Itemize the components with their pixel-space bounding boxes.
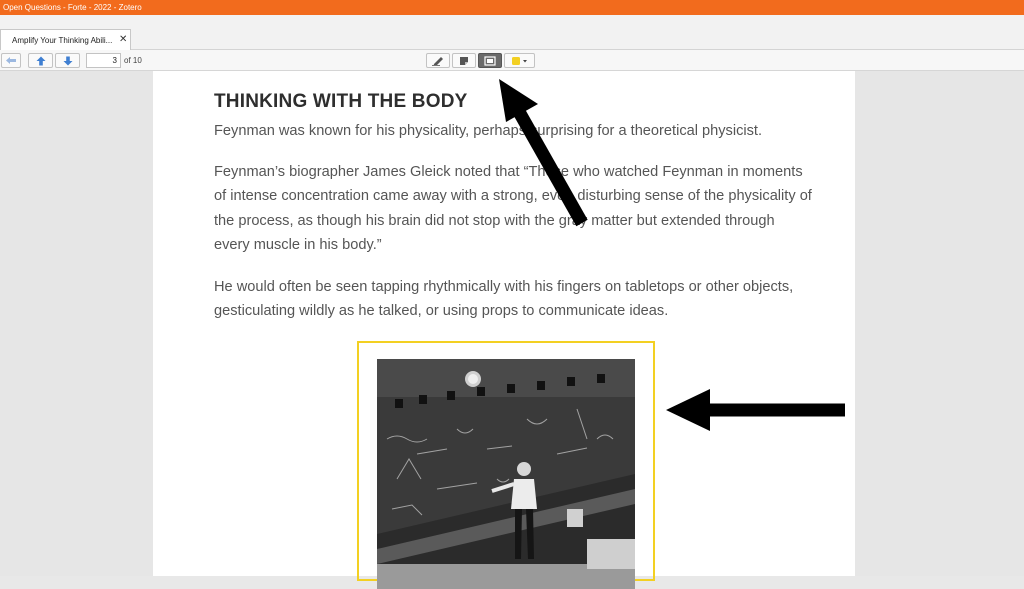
paragraph-2: Feynman’s biographer James Gleick noted … [214, 164, 812, 254]
feynman-blackboard-photo [377, 359, 635, 589]
arrow-down-icon [63, 56, 72, 65]
note-icon [460, 56, 468, 65]
color-picker-button[interactable] [504, 53, 535, 68]
note-tool-button[interactable] [452, 53, 476, 68]
area-select-icon [484, 55, 496, 66]
pen-icon [432, 56, 443, 66]
sidebar-toggle-button[interactable] [1, 53, 21, 68]
page-count: of 10 [124, 56, 142, 65]
back-arrow-icon [6, 57, 16, 64]
tab-document[interactable]: Amplify Your Thinking Abili... ✕ [0, 29, 131, 50]
tab-label: Amplify Your Thinking Abili... [12, 36, 113, 45]
previous-page-button[interactable] [28, 53, 53, 68]
highlight-tool-button[interactable] [426, 53, 450, 68]
image-area-selection[interactable] [357, 341, 655, 589]
reader-toolbar: 3 of 10 [0, 50, 1024, 71]
pdf-viewer[interactable]: THINKING WITH THE BODY Feynman was known… [0, 71, 1024, 589]
window-titlebar: Open Questions - Forte - 2022 - Zotero [0, 0, 1024, 15]
pdf-page: THINKING WITH THE BODY Feynman was known… [153, 71, 855, 589]
tab-strip: Amplify Your Thinking Abili... ✕ [0, 15, 1024, 50]
tab-close-icon[interactable]: ✕ [119, 34, 127, 46]
paragraph-1: Feynman was known for his physicality, p… [214, 123, 763, 139]
paragraph-3: He would often be seen tapping rhythmica… [214, 279, 794, 320]
arrow-up-icon [36, 56, 45, 65]
color-swatch-icon [511, 56, 527, 65]
next-page-button[interactable] [55, 53, 80, 68]
page-heading: THINKING WITH THE BODY [214, 91, 468, 112]
page-number-input[interactable]: 3 [86, 53, 121, 68]
area-select-tool-button[interactable] [478, 53, 502, 68]
window-title: Open Questions - Forte - 2022 - Zotero [3, 3, 142, 12]
